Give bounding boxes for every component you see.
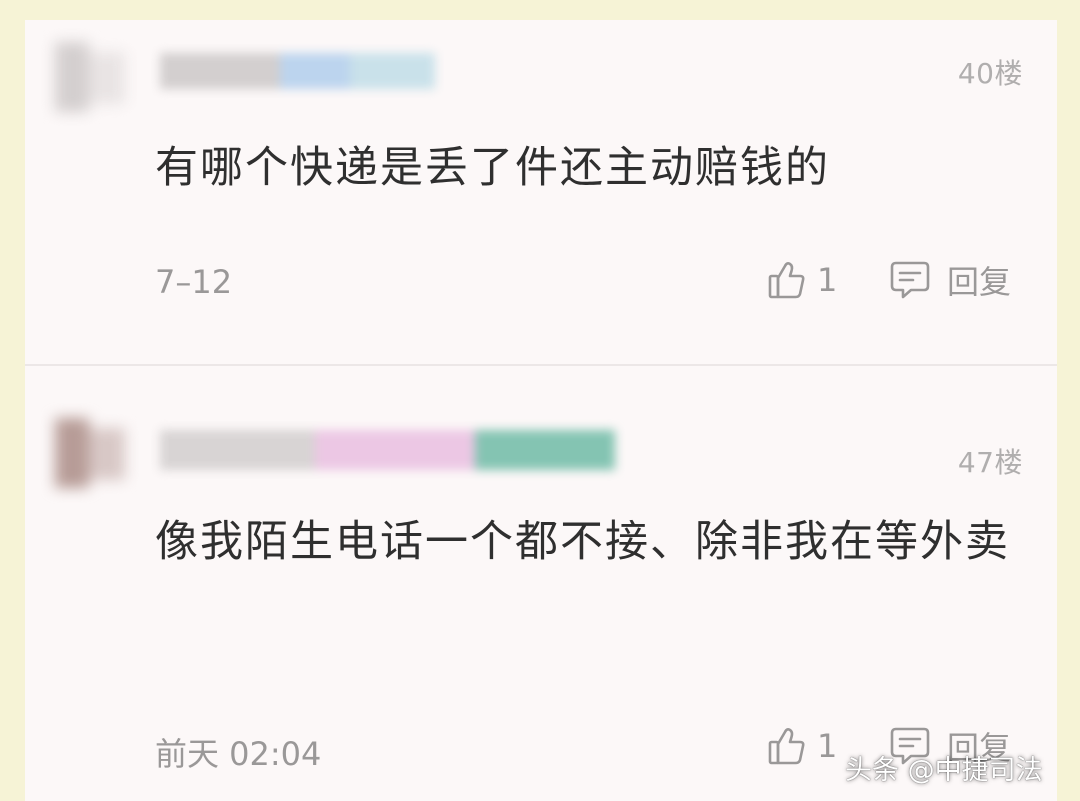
avatar[interactable]	[55, 42, 125, 112]
comment-date: 7–12	[155, 263, 233, 301]
comment-bubble-icon	[889, 259, 931, 301]
watermark: 头条 @中捷司法	[845, 755, 1043, 786]
comment-text: 有哪个快递是丢了件还主动赔钱的	[155, 143, 830, 193]
comment-meta: 7–12 1 回复	[25, 255, 1057, 305]
comment-item: 47楼 像我陌生电话一个都不接、除非我在等外卖 前天 02:04 1 回复	[25, 366, 1057, 801]
comment-list: 40楼 有哪个快递是丢了件还主动赔钱的 7–12 1 回复 47楼 像我陌生电话…	[25, 20, 1057, 801]
like-count: 1	[817, 261, 838, 299]
comment-date: 前天 02:04	[155, 735, 322, 773]
username-blurred[interactable]	[160, 53, 435, 89]
username-blurred[interactable]	[160, 430, 615, 470]
like-button[interactable]: 1	[767, 255, 837, 305]
floor-number: 40楼	[957, 57, 1023, 90]
reply-button[interactable]: 回复	[889, 255, 1011, 305]
thumbs-up-icon	[767, 725, 807, 767]
like-button[interactable]: 1	[767, 721, 837, 771]
reply-label: 回复	[947, 263, 1012, 301]
thumbs-up-icon	[767, 259, 807, 301]
like-count: 1	[817, 727, 838, 765]
floor-number: 47楼	[957, 446, 1023, 479]
avatar[interactable]	[55, 418, 125, 488]
comment-item: 40楼 有哪个快递是丢了件还主动赔钱的 7–12 1 回复	[25, 20, 1057, 364]
comment-text: 像我陌生电话一个都不接、除非我在等外卖	[155, 517, 1010, 567]
